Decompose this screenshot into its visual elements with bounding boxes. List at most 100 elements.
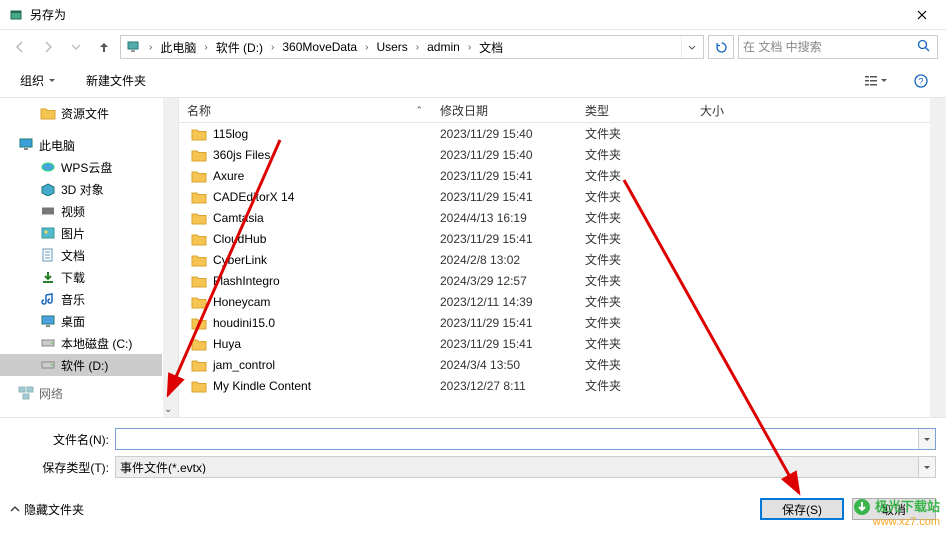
- tree-label: 此电脑: [39, 137, 75, 154]
- file-date: 2024/3/4 13:50: [432, 358, 577, 372]
- file-row[interactable]: CloudHub2023/11/29 15:41文件夹: [179, 228, 930, 249]
- organize-button[interactable]: 组织: [12, 68, 64, 93]
- hide-folders-button[interactable]: 隐藏文件夹: [10, 501, 84, 518]
- nav-history-button[interactable]: [64, 35, 88, 59]
- folder-icon: [191, 337, 207, 351]
- file-row[interactable]: Camtasia2024/4/13 16:19文件夹: [179, 207, 930, 228]
- crumb-seg[interactable]: 360MoveData: [278, 36, 361, 58]
- tree-item-4[interactable]: 文档: [0, 244, 162, 266]
- filetype-input[interactable]: [116, 460, 918, 474]
- search-icon[interactable]: [917, 39, 933, 55]
- tree-icon: [40, 357, 56, 373]
- crumb-seg[interactable]: 此电脑: [156, 36, 200, 58]
- tree-item-6[interactable]: 音乐: [0, 288, 162, 310]
- nav-tree: 资源文件 此电脑 WPS云盘 3D 对象视频图片文档下载音乐桌面本地磁盘 (C:)…: [0, 98, 163, 417]
- nav-back-button[interactable]: [8, 35, 32, 59]
- tree-icon: [40, 313, 56, 329]
- file-type: 文件夹: [577, 209, 692, 226]
- file-row[interactable]: 360js Files2023/11/29 15:40文件夹: [179, 144, 930, 165]
- tree-item-7[interactable]: 桌面: [0, 310, 162, 332]
- file-date: 2023/11/29 15:40: [432, 148, 577, 162]
- crumb-seg[interactable]: admin: [423, 36, 464, 58]
- file-row[interactable]: 115log2023/11/29 15:40文件夹: [179, 123, 930, 144]
- help-button[interactable]: ?: [908, 70, 934, 92]
- view-options-button[interactable]: [858, 71, 894, 91]
- nav-up-button[interactable]: [92, 35, 116, 59]
- file-date: 2023/12/11 14:39: [432, 295, 577, 309]
- nav-forward-button[interactable]: [36, 35, 60, 59]
- filename-input[interactable]: [116, 432, 918, 446]
- folder-icon: [191, 295, 207, 309]
- expand-tree-icon[interactable]: ⌄: [164, 404, 172, 415]
- chevron-right-icon[interactable]: ›: [361, 42, 372, 53]
- search-input[interactable]: [743, 40, 917, 54]
- col-date[interactable]: 修改日期: [432, 98, 577, 122]
- scrollbar-right[interactable]: [930, 98, 946, 417]
- tree-item-3[interactable]: 图片: [0, 222, 162, 244]
- file-name: Honeycam: [213, 295, 270, 309]
- filename-dropdown[interactable]: [918, 429, 935, 449]
- file-row[interactable]: Honeycam2023/12/11 14:39文件夹: [179, 291, 930, 312]
- crumb-seg[interactable]: Users: [372, 36, 411, 58]
- folder-icon: [191, 148, 207, 162]
- tree-icon: [40, 159, 56, 175]
- breadcrumb-dropdown[interactable]: [681, 36, 701, 58]
- file-row[interactable]: Axure2023/11/29 15:41文件夹: [179, 165, 930, 186]
- file-name: jam_control: [213, 358, 275, 372]
- chevron-right-icon[interactable]: ›: [200, 42, 211, 53]
- file-type: 文件夹: [577, 146, 692, 163]
- file-date: 2023/11/29 15:41: [432, 232, 577, 246]
- new-folder-button[interactable]: 新建文件夹: [78, 68, 154, 93]
- chevron-right-icon[interactable]: ›: [412, 42, 423, 53]
- filename-combo[interactable]: [115, 428, 936, 450]
- file-date: 2023/11/29 15:40: [432, 127, 577, 141]
- chevron-right-icon[interactable]: ›: [267, 42, 278, 53]
- chevron-right-icon[interactable]: ›: [464, 42, 475, 53]
- col-size[interactable]: 大小: [692, 98, 930, 122]
- folder-icon: [191, 190, 207, 204]
- file-row[interactable]: CADEditorX 142023/11/29 15:41文件夹: [179, 186, 930, 207]
- tree-item-8[interactable]: 本地磁盘 (C:): [0, 332, 162, 354]
- tree-item-5[interactable]: 下载: [0, 266, 162, 288]
- file-row[interactable]: My Kindle Content2023/12/27 8:11文件夹: [179, 375, 930, 396]
- scrollbar-left[interactable]: [163, 98, 179, 417]
- breadcrumb[interactable]: › 此电脑 › 软件 (D:) › 360MoveData › Users › …: [120, 35, 704, 59]
- search-box[interactable]: [738, 35, 938, 59]
- window-title: 另存为: [30, 6, 899, 23]
- tree-thispc[interactable]: 此电脑: [0, 134, 162, 156]
- file-date: 2024/3/29 12:57: [432, 274, 577, 288]
- filetype-dropdown[interactable]: [918, 457, 935, 477]
- file-row[interactable]: CyberLink2024/2/8 13:02文件夹: [179, 249, 930, 270]
- tree-item-2[interactable]: 视频: [0, 200, 162, 222]
- crumb-seg[interactable]: 软件 (D:): [212, 36, 267, 58]
- file-row[interactable]: jam_control2024/3/4 13:50文件夹: [179, 354, 930, 375]
- file-type: 文件夹: [577, 230, 692, 247]
- tree-label: 文档: [61, 247, 85, 264]
- file-name: houdini15.0: [213, 316, 275, 330]
- filetype-combo[interactable]: [115, 456, 936, 478]
- tree-resources[interactable]: 资源文件: [0, 102, 162, 124]
- file-name: Huya: [213, 337, 241, 351]
- chevron-right-icon[interactable]: ›: [145, 42, 156, 53]
- save-button[interactable]: 保存(S): [760, 498, 844, 520]
- tree-item-1[interactable]: 3D 对象: [0, 178, 162, 200]
- file-row[interactable]: Huya2023/11/29 15:41文件夹: [179, 333, 930, 354]
- tree-item-0[interactable]: WPS云盘: [0, 156, 162, 178]
- tree-label: 本地磁盘 (C:): [61, 335, 132, 352]
- file-type: 文件夹: [577, 314, 692, 331]
- refresh-button[interactable]: [708, 35, 734, 59]
- cancel-button[interactable]: 取消: [852, 498, 936, 520]
- col-type[interactable]: 类型: [577, 98, 692, 122]
- col-name[interactable]: 名称⌃: [179, 98, 432, 122]
- file-row[interactable]: FlashIntegro2024/3/29 12:57文件夹: [179, 270, 930, 291]
- close-button[interactable]: [899, 1, 944, 29]
- network-icon: [18, 385, 34, 401]
- folder-icon: [191, 127, 207, 141]
- tree-network[interactable]: 网络: [0, 382, 162, 404]
- tree-item-9[interactable]: 软件 (D:): [0, 354, 162, 376]
- tree-icon: [40, 203, 56, 219]
- crumb-seg[interactable]: 文档: [475, 36, 507, 58]
- file-row[interactable]: houdini15.02023/11/29 15:41文件夹: [179, 312, 930, 333]
- tree-label: WPS云盘: [61, 159, 112, 176]
- folder-icon: [191, 274, 207, 288]
